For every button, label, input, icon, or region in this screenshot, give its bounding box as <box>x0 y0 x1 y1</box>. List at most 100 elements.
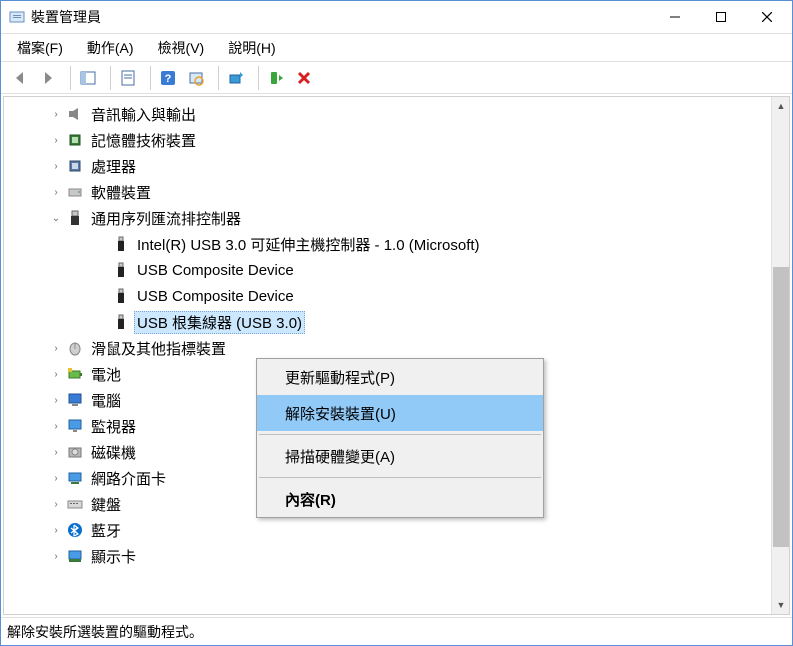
monitor-icon <box>66 417 84 435</box>
back-button[interactable] <box>7 65 33 91</box>
tree-item-label: 處理器 <box>88 156 139 177</box>
tree-item[interactable]: Intel(R) USB 3.0 可延伸主機控制器 - 1.0 (Microso… <box>4 231 771 257</box>
expand-arrow-icon[interactable]: › <box>48 366 64 382</box>
display-adapter-icon <box>66 547 84 565</box>
tree-item-label: 磁碟機 <box>88 442 139 463</box>
menu-view[interactable]: 檢視(V) <box>146 35 217 61</box>
minimize-button[interactable] <box>652 2 698 32</box>
tree-item[interactable]: USB Composite Device <box>4 257 771 283</box>
collapse-arrow-icon[interactable]: ⌄ <box>48 210 64 226</box>
statusbar: 解除安裝所選裝置的驅動程式。 <box>1 617 792 645</box>
tree-item-label: 電池 <box>88 364 124 385</box>
window-title: 裝置管理員 <box>31 7 652 27</box>
scan-hardware-button[interactable] <box>183 65 209 91</box>
bluetooth-icon <box>66 521 84 539</box>
cpu-icon <box>66 157 84 175</box>
expand-arrow-icon[interactable]: › <box>48 106 64 122</box>
expand-arrow-icon[interactable]: › <box>48 184 64 200</box>
scroll-down-arrow[interactable]: ▼ <box>772 596 790 614</box>
tree-item-label: USB Composite Device <box>134 262 297 279</box>
tree-item-label: Intel(R) USB 3.0 可延伸主機控制器 - 1.0 (Microso… <box>134 234 483 255</box>
menu-help[interactable]: 說明(H) <box>216 35 287 61</box>
usb-icon <box>112 313 130 331</box>
speaker-icon <box>66 105 84 123</box>
no-expander <box>94 288 110 304</box>
uninstall-device-button[interactable] <box>291 65 317 91</box>
mouse-icon <box>66 339 84 357</box>
drive-icon <box>66 183 84 201</box>
toolbar: ? <box>1 62 792 94</box>
tree-item[interactable]: › 記憶體技術裝置 <box>4 127 771 153</box>
usb-icon <box>112 235 130 253</box>
computer-icon <box>66 391 84 409</box>
expand-arrow-icon[interactable]: › <box>48 522 64 538</box>
expand-arrow-icon[interactable]: › <box>48 340 64 356</box>
chip-icon <box>66 131 84 149</box>
update-driver-button[interactable] <box>223 65 249 91</box>
context-menu-item[interactable]: 更新驅動程式(P) <box>257 359 543 395</box>
usb-controller-icon <box>66 209 84 227</box>
tree-item[interactable]: › 軟體裝置 <box>4 179 771 205</box>
tree-item-label: 音訊輸入與輸出 <box>88 104 199 125</box>
status-text: 解除安裝所選裝置的驅動程式。 <box>7 622 203 642</box>
toolbar-separator <box>145 66 151 90</box>
app-icon <box>9 9 25 25</box>
toolbar-separator <box>253 66 259 90</box>
tree-item-label: 滑鼠及其他指標裝置 <box>88 338 229 359</box>
tree-item-label: 鍵盤 <box>88 494 124 515</box>
maximize-button[interactable] <box>698 2 744 32</box>
disk-icon <box>66 443 84 461</box>
tree-item[interactable]: USB 根集線器 (USB 3.0) <box>4 309 771 335</box>
expand-arrow-icon[interactable]: › <box>48 132 64 148</box>
context-menu-separator <box>259 477 541 478</box>
tree-item[interactable]: › 音訊輸入與輸出 <box>4 101 771 127</box>
close-button[interactable] <box>744 2 790 32</box>
menubar: 檔案(F) 動作(A) 檢視(V) 說明(H) <box>1 34 792 62</box>
expand-arrow-icon[interactable]: › <box>48 548 64 564</box>
no-expander <box>94 314 110 330</box>
tree-item-label: 通用序列匯流排控制器 <box>88 208 244 229</box>
vertical-scrollbar[interactable]: ▲ ▼ <box>771 97 789 614</box>
expand-arrow-icon[interactable]: › <box>48 444 64 460</box>
toolbar-separator <box>213 66 219 90</box>
context-menu: 更新驅動程式(P)解除安裝裝置(U) 掃描硬體變更(A) 內容(R) <box>256 358 544 518</box>
expand-arrow-icon[interactable]: › <box>48 392 64 408</box>
expand-arrow-icon[interactable]: › <box>48 418 64 434</box>
expand-arrow-icon[interactable]: › <box>48 158 64 174</box>
tree-item-label: 記憶體技術裝置 <box>88 130 199 151</box>
keyboard-icon <box>66 495 84 513</box>
scroll-thumb[interactable] <box>773 267 789 547</box>
context-menu-separator <box>259 434 541 435</box>
enable-device-button[interactable] <box>263 65 289 91</box>
context-menu-item[interactable]: 內容(R) <box>257 481 543 517</box>
help-button[interactable]: ? <box>155 65 181 91</box>
forward-button[interactable] <box>35 65 61 91</box>
properties-button[interactable] <box>115 65 141 91</box>
tree-item-label: 藍牙 <box>88 520 124 541</box>
show-hide-tree-button[interactable] <box>75 65 101 91</box>
tree-item[interactable]: › 處理器 <box>4 153 771 179</box>
tree-item-label: 軟體裝置 <box>88 182 154 203</box>
scroll-up-arrow[interactable]: ▲ <box>772 97 790 115</box>
tree-item[interactable]: ⌄ 通用序列匯流排控制器 <box>4 205 771 231</box>
menu-action[interactable]: 動作(A) <box>75 35 146 61</box>
no-expander <box>94 262 110 278</box>
tree-item[interactable]: › 顯示卡 <box>4 543 771 569</box>
svg-text:?: ? <box>165 73 172 85</box>
usb-icon <box>112 287 130 305</box>
tree-item-label: 監視器 <box>88 416 139 437</box>
context-menu-item[interactable]: 掃描硬體變更(A) <box>257 438 543 474</box>
tree-item-label: 網路介面卡 <box>88 468 169 489</box>
expand-arrow-icon[interactable]: › <box>48 496 64 512</box>
tree-item[interactable]: USB Composite Device <box>4 283 771 309</box>
context-menu-item[interactable]: 解除安裝裝置(U) <box>257 395 543 431</box>
menu-file[interactable]: 檔案(F) <box>5 35 75 61</box>
tree-item-label: 顯示卡 <box>88 546 139 567</box>
tree-item-label: USB Composite Device <box>134 288 297 305</box>
network-icon <box>66 469 84 487</box>
tree-item[interactable]: › 藍牙 <box>4 517 771 543</box>
expand-arrow-icon[interactable]: › <box>48 470 64 486</box>
device-tree[interactable]: › 音訊輸入與輸出 › 記憶體技術裝置 › 處理器 › 軟體裝置 ⌄ 通用序列匯流排控制器 Inte… <box>4 97 771 614</box>
tree-item-label: 電腦 <box>88 390 124 411</box>
titlebar: 裝置管理員 <box>1 1 792 34</box>
